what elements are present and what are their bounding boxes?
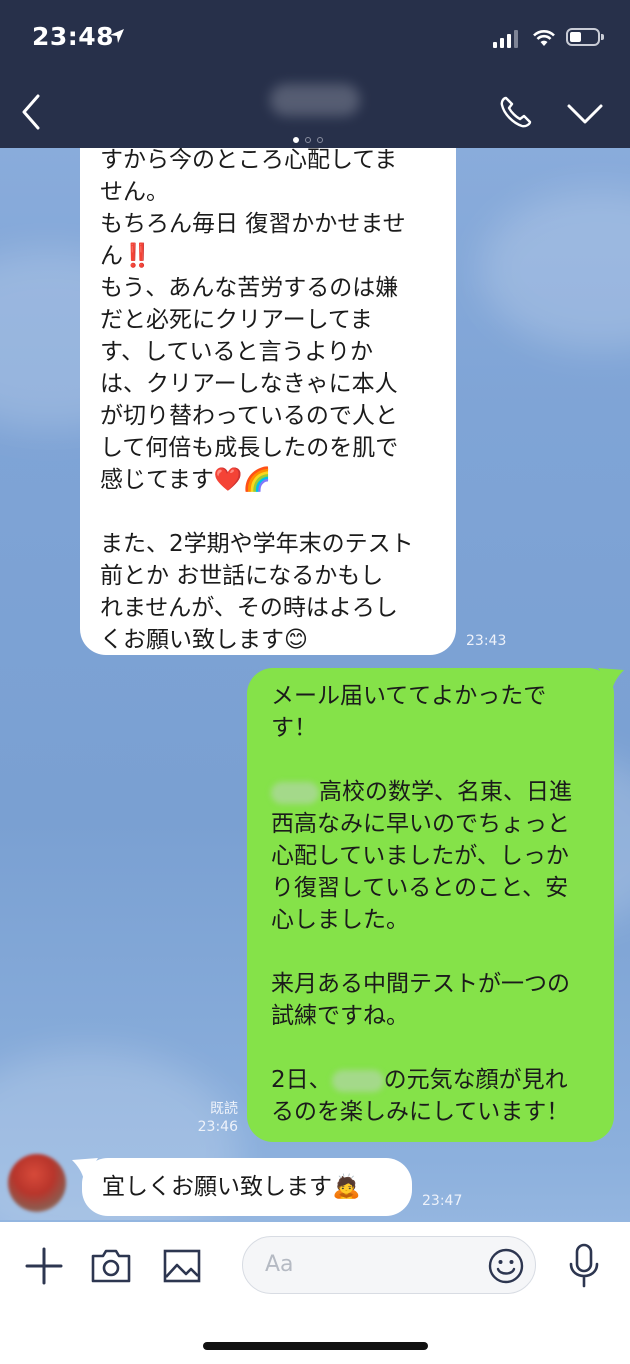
message-line: す！ [271,715,317,741]
camera-icon[interactable] [90,1246,132,1286]
message-line: は、クリアーしなきゃに本人 [100,371,398,397]
plus-icon[interactable] [24,1246,64,1286]
message-line: して何倍も成長したのを肌で [100,435,399,461]
phone-call-icon[interactable] [496,92,536,132]
message-line: 心配していましたが、しっか [271,843,569,869]
bubble-tail [598,668,624,690]
message-line: 感じてます❤️🌈 [100,467,272,493]
message-line: 西高なみに早いのでちょっと [271,811,570,837]
message-line: すから今のところ心配してま [100,148,398,173]
signal-icon [493,30,518,48]
message-input[interactable]: Aa [242,1236,536,1294]
header: 23:48 [0,0,630,148]
location-arrow-icon [110,29,124,43]
chevron-down-icon[interactable] [565,98,605,128]
incoming-message-bubble: すから今のところ心配してま せん。 もちろん毎日 復習かかせませ ん‼️ もう、… [80,148,456,655]
message-line: だと必死にクリアーしてま [100,307,373,333]
message-line: 試練ですね。 [271,1003,409,1029]
message-line: 来月ある中間テストが一つの [271,971,570,997]
message-line: また、2学期や学年末のテスト [100,531,414,557]
message-line: 高校の数学、名東、日進 [271,776,594,808]
message-line: るのを楽しみにしています！ [271,1099,570,1125]
message-line: り復習しているとのこと、安 [271,875,569,901]
message-timestamp: 23:43 [466,633,507,649]
message-line: せん。 [100,179,169,205]
message-input-placeholder: Aa [265,1252,294,1277]
message-line: が切り替わっているので人と [100,403,398,429]
image-gallery-icon[interactable] [162,1246,202,1286]
message-text: 宜しくお願い致します🙇 [102,1174,361,1200]
message-line: 心しました。 [271,907,409,933]
emoji-icon[interactable] [487,1247,525,1285]
incoming-message-bubble: 宜しくお願い致します🙇 [72,1158,412,1216]
battery-icon [566,28,604,46]
message-line: れませんが、その時はよろし [100,595,398,621]
read-receipt: 既読 [210,1101,238,1117]
wifi-icon [533,30,555,46]
redacted-text [271,781,319,804]
redacted-text [331,1069,384,1092]
status-time: 23:48 [32,22,115,51]
contact-name-blurred[interactable] [270,84,360,116]
back-chevron-icon[interactable] [14,92,54,132]
message-line: くお願い致します😊 [100,627,308,653]
message-line: 2日、 の元気な顔が見れ [271,1067,568,1093]
message-line: ん‼️ [100,243,152,269]
avatar[interactable] [8,1154,66,1212]
composer-bar: Aa [0,1222,630,1364]
message-list[interactable]: すから今のところ心配してま せん。 もちろん毎日 復習かかせませ ん‼️ もう、… [0,148,630,1222]
message-line: す、していると言うよりか [100,339,374,365]
microphone-icon[interactable] [566,1242,602,1290]
home-indicator [203,1342,428,1350]
message-line: もちろん毎日 復習かかせませ [100,211,406,237]
message-line: メール届いててよかったで [271,683,547,709]
bubble-tail [72,1158,98,1180]
page-indicator [293,128,329,147]
outgoing-message-bubble: メール届いててよかったで す！ 高校の数学、名東、日進 西高なみに早いのでちょっ… [247,668,624,1142]
message-line: もう、あんな苦労するのは嫌 [100,275,399,301]
message-timestamp: 23:46 [197,1119,238,1135]
message-line: 前とか お世話になるかもし [100,563,384,589]
message-timestamp: 23:47 [422,1193,463,1209]
